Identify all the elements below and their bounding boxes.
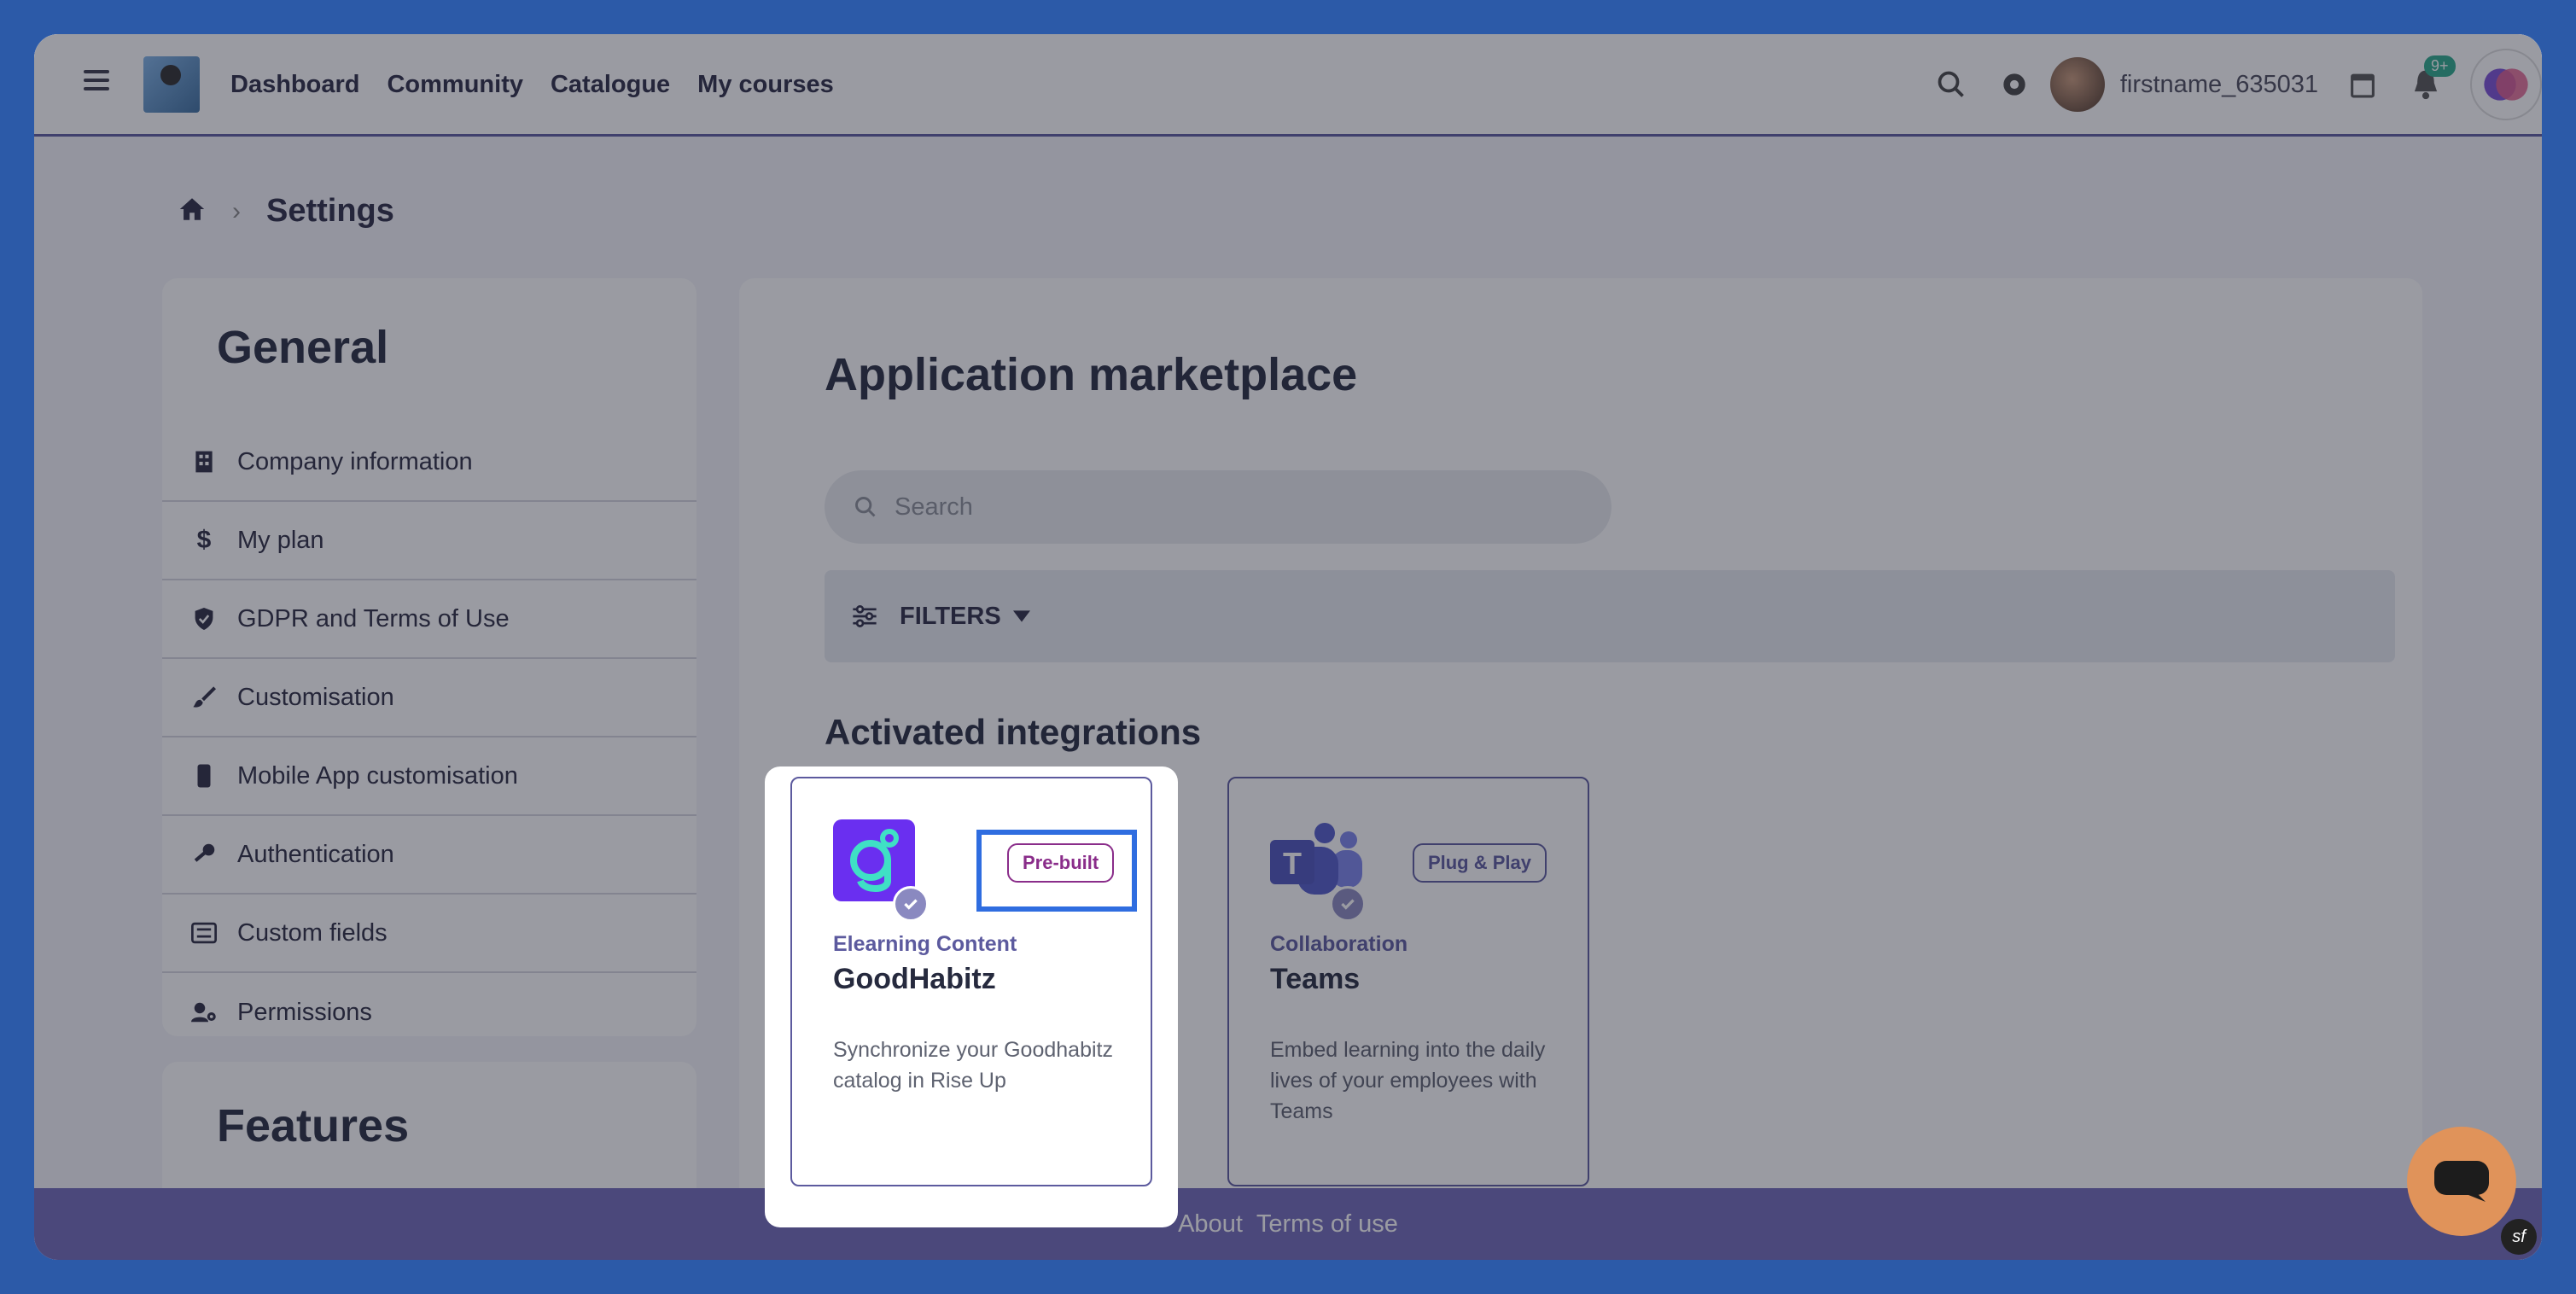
card-description: Synchronize your Goodhabitz catalog in R… xyxy=(833,1038,1113,1093)
sidebar-item-custom-fields[interactable]: Custom fields xyxy=(162,895,696,973)
avatar[interactable] xyxy=(2049,57,2105,112)
sidebar-heading-features: Features xyxy=(217,1100,410,1151)
sidebar-item-label: Permissions xyxy=(237,998,372,1026)
footer-about-link[interactable]: About xyxy=(1178,1210,1243,1239)
breadcrumb: › Settings xyxy=(178,193,394,230)
integration-card-goodhabitz[interactable]: Pre-built Elearning Content GoodHabitz S… xyxy=(790,777,1152,1186)
sidebar-item-customisation[interactable]: Customisation xyxy=(162,659,696,737)
nav-catalogue[interactable]: Catalogue xyxy=(551,71,670,99)
top-bar: Dashboard Community Catalogue My courses… xyxy=(34,34,2542,137)
sidebar-item-authentication[interactable]: Authentication xyxy=(162,816,696,895)
integration-card-teams[interactable]: T Plug & Play Collaboration Teams Embed … xyxy=(1227,777,1589,1186)
footer: About Terms of use xyxy=(34,1188,2542,1260)
section-title: Activated integrations xyxy=(825,712,1202,752)
dollar-icon: $ xyxy=(196,526,212,554)
svg-text:T: T xyxy=(1283,846,1302,881)
highlight-box xyxy=(976,830,1137,912)
sidebar-heading-general: General xyxy=(217,322,389,373)
mobile-icon xyxy=(191,763,217,789)
notification-badge: 9+ xyxy=(2424,55,2456,77)
sidebar-item-gdpr[interactable]: GDPR and Terms of Use xyxy=(162,580,696,659)
card-category: Collaboration xyxy=(1270,932,1408,956)
user-gear-icon xyxy=(191,1000,217,1025)
brush-icon xyxy=(191,685,217,710)
building-icon xyxy=(191,449,217,475)
shield-icon xyxy=(191,606,217,632)
sidebar-item-label: Mobile App customisation xyxy=(237,761,518,790)
top-bar-tools: firstname_635031 9+ xyxy=(1932,34,2542,135)
bell-icon[interactable]: 9+ xyxy=(2407,55,2456,103)
chat-button[interactable] xyxy=(2407,1127,2516,1236)
sidebar-item-label: Company information xyxy=(237,447,473,475)
menu-icon[interactable] xyxy=(84,70,109,90)
card-description: Embed learning into the daily lives of y… xyxy=(1270,1038,1546,1123)
sidebar-item-label: GDPR and Terms of Use xyxy=(237,604,510,632)
home-icon[interactable] xyxy=(178,195,207,227)
page-title: Settings xyxy=(266,193,394,229)
search-placeholder: Search xyxy=(895,493,973,521)
search-icon[interactable] xyxy=(1932,66,1970,103)
filters-label: FILTERS xyxy=(900,602,1001,630)
spotlight: Pre-built Elearning Content GoodHabitz S… xyxy=(765,766,1178,1227)
check-icon xyxy=(1330,886,1366,922)
username-label[interactable]: firstname_635031 xyxy=(2120,71,2318,99)
filters-bar[interactable]: FILTERS xyxy=(825,570,2395,662)
sliders-icon xyxy=(853,605,877,627)
main-nav: Dashboard Community Catalogue My courses xyxy=(230,34,834,135)
chat-icon xyxy=(2434,1161,2489,1202)
company-logo[interactable] xyxy=(143,56,200,113)
app-window: Dashboard Community Catalogue My courses… xyxy=(34,34,2542,1260)
tag-badge: Plug & Play xyxy=(1412,843,1547,883)
gear-icon[interactable] xyxy=(1996,66,2033,103)
card-category: Elearning Content xyxy=(833,932,1017,956)
calendar-icon[interactable] xyxy=(2344,66,2381,103)
footer-terms-link[interactable]: Terms of use xyxy=(1256,1210,1398,1239)
sidebar-item-permissions[interactable]: Permissions xyxy=(162,973,696,1052)
main-title: Application marketplace xyxy=(825,349,1358,400)
sidebar-item-company-information[interactable]: Company information xyxy=(162,423,696,502)
chevron-right-icon: › xyxy=(232,196,241,225)
search-icon xyxy=(855,497,876,517)
sidebar-item-label: Custom fields xyxy=(237,918,388,947)
card-name: GoodHabitz xyxy=(833,963,996,995)
list-icon xyxy=(191,920,217,946)
nav-dashboard[interactable]: Dashboard xyxy=(230,71,359,99)
sidebar-item-label: Authentication xyxy=(237,840,394,868)
brain-icon[interactable] xyxy=(2470,49,2542,120)
sidebar-item-label: Customisation xyxy=(237,683,394,711)
card-name: Teams xyxy=(1270,963,1361,995)
key-icon xyxy=(191,842,217,867)
symfony-icon[interactable]: sf xyxy=(2501,1219,2537,1255)
check-icon xyxy=(893,886,929,922)
nav-my-courses[interactable]: My courses xyxy=(697,71,834,99)
caret-down-icon xyxy=(1012,610,1030,622)
search-input[interactable]: Search xyxy=(825,470,1611,544)
sidebar-general: General Company information $ My plan GD… xyxy=(162,278,696,1036)
sidebar-item-my-plan[interactable]: $ My plan xyxy=(162,502,696,580)
sidebar-item-mobile-app[interactable]: Mobile App customisation xyxy=(162,737,696,816)
nav-community[interactable]: Community xyxy=(387,71,523,99)
sidebar-item-label: My plan xyxy=(237,526,324,554)
